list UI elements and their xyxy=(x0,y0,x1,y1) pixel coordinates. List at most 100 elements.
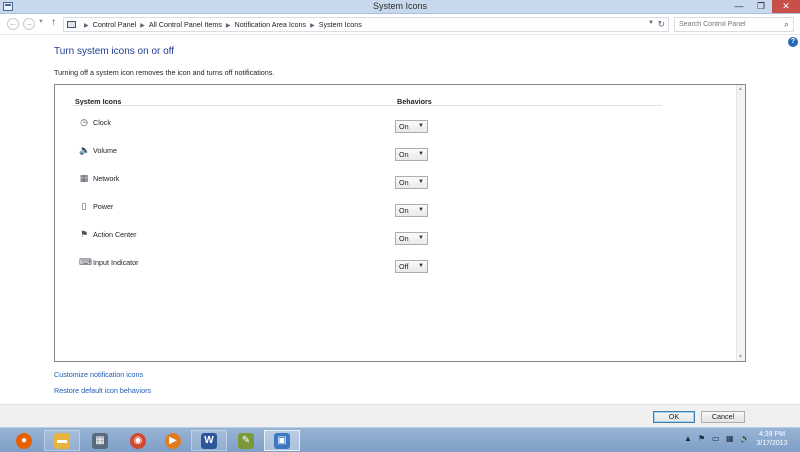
breadcrumb: ▶ Control Panel ▶ All Control Panel Items ▶ N… xyxy=(80,20,362,29)
row-input-indicator: ⌨ Input Indicator Off ▼ xyxy=(55,257,655,277)
input-indicator-icon: ⌨ xyxy=(79,257,92,267)
word-icon: W xyxy=(201,432,217,449)
volume-icon: 🔈 xyxy=(79,145,91,155)
volume-behavior-select[interactable]: On ▼ xyxy=(395,148,428,161)
taskbar-chrome[interactable]: ◉ xyxy=(120,430,156,451)
breadcrumb-chevron-icon[interactable]: ▶ xyxy=(84,23,89,29)
row-label: Clock xyxy=(93,118,111,127)
row-label: Network xyxy=(93,174,120,183)
row-network: ▦ Network On ▼ xyxy=(55,173,655,193)
row-label: Power xyxy=(93,202,114,211)
control-panel-location-icon xyxy=(67,21,76,28)
scroll-up-icon[interactable]: ▲ xyxy=(738,86,743,92)
selected-value: On xyxy=(399,234,409,243)
row-action-center: ⚑ Action Center On ▼ xyxy=(55,229,655,249)
system-icons-list: System Icons Behaviors ◷ Clock On ▼ 🔈 Vol… xyxy=(54,84,746,362)
vertical-scrollbar[interactable]: ▲ ▼ xyxy=(736,85,745,361)
taskbar-firefox[interactable]: ● xyxy=(6,430,42,451)
file-explorer-icon: ▬ xyxy=(54,432,70,449)
taskbar-clock[interactable]: 4:39 PM 3/17/2013 xyxy=(752,430,792,448)
selected-value: On xyxy=(399,122,409,131)
title-bar: System Icons — ❐ ✕ xyxy=(0,0,800,14)
row-volume: 🔈 Volume On ▼ xyxy=(55,145,655,165)
firefox-icon: ● xyxy=(16,432,32,449)
input-indicator-behavior-select[interactable]: Off ▼ xyxy=(395,260,428,273)
row-clock: ◷ Clock On ▼ xyxy=(55,117,655,137)
power-behavior-select[interactable]: On ▼ xyxy=(395,204,428,217)
breadcrumb-notification-area-icons[interactable]: Notification Area Icons xyxy=(235,20,307,29)
power-icon: ▯ xyxy=(81,201,87,211)
paint-icon: ✎ xyxy=(238,432,254,449)
taskbar: ● ▬ ▦ ◉ ▶ W ✎ ▣ ▲ ⚑ ▭ ▦ 🔈 4:39 PM 3/17/2… xyxy=(0,427,800,452)
close-button[interactable]: ✕ xyxy=(772,0,800,13)
breadcrumb-chevron-icon[interactable]: ▶ xyxy=(226,23,231,29)
address-bar[interactable]: ▶ Control Panel ▶ All Control Panel Items ▶ N… xyxy=(63,17,669,32)
control-panel-icon: ▦ xyxy=(92,432,108,449)
search-icon[interactable]: ⌕ xyxy=(784,19,789,30)
network-status-icon[interactable]: ▦ xyxy=(726,434,734,443)
taskbar-control-panel[interactable]: ▦ xyxy=(82,430,118,451)
notification-settings-icon: ▣ xyxy=(274,432,290,449)
back-button[interactable]: ← xyxy=(7,18,19,30)
volume-tray-icon[interactable]: 🔈 xyxy=(740,434,750,443)
chevron-down-icon: ▼ xyxy=(418,123,424,129)
refresh-icon[interactable]: ↻ xyxy=(657,19,665,30)
battery-icon[interactable]: ▭ xyxy=(712,434,720,443)
breadcrumb-all-items[interactable]: All Control Panel Items xyxy=(149,20,222,29)
recent-locations-chevron-icon[interactable]: ▼ xyxy=(38,19,44,25)
row-label: Input Indicator xyxy=(93,258,139,267)
clock-behavior-select[interactable]: On ▼ xyxy=(395,120,428,133)
action-center-icon: ⚑ xyxy=(79,229,89,239)
help-icon[interactable]: ? xyxy=(788,37,798,47)
taskbar-media-player[interactable]: ▶ xyxy=(155,430,191,451)
selected-value: On xyxy=(399,150,409,159)
breadcrumb-chevron-icon[interactable]: ▶ xyxy=(140,23,145,29)
chevron-down-icon: ▼ xyxy=(418,207,424,213)
search-input[interactable] xyxy=(679,18,779,31)
selected-value: On xyxy=(399,178,409,187)
clock-date: 3/17/2013 xyxy=(756,440,788,447)
ok-button[interactable]: OK xyxy=(653,411,695,423)
taskbar-paint[interactable]: ✎ xyxy=(228,430,264,451)
address-dropdown-icon[interactable]: ▼ xyxy=(648,20,654,26)
media-player-icon: ▶ xyxy=(165,432,181,449)
action-center-behavior-select[interactable]: On ▼ xyxy=(395,232,428,245)
chevron-down-icon: ▼ xyxy=(418,151,424,157)
taskbar-word[interactable]: W xyxy=(191,430,227,451)
header-divider xyxy=(73,105,662,106)
address-row: ← → ▼ ↑ ▶ Control Panel ▶ All Control Panel… xyxy=(0,14,800,35)
minimize-button[interactable]: — xyxy=(728,0,750,13)
breadcrumb-chevron-icon[interactable]: ▶ xyxy=(310,23,315,29)
show-hidden-icons-icon[interactable]: ▲ xyxy=(684,434,692,443)
forward-button[interactable]: → xyxy=(23,18,35,30)
chevron-down-icon: ▼ xyxy=(418,235,424,241)
page-title: Turn system icons on or off xyxy=(54,46,175,57)
cancel-button[interactable]: Cancel xyxy=(701,411,745,423)
clock-icon: ◷ xyxy=(80,117,88,127)
action-center-flag-icon[interactable]: ⚑ xyxy=(698,434,705,443)
window-title: System Icons xyxy=(372,1,428,11)
search-box[interactable]: ⌕ xyxy=(674,17,794,32)
breadcrumb-system-icons[interactable]: System Icons xyxy=(319,20,362,29)
breadcrumb-control-panel[interactable]: Control Panel xyxy=(93,20,137,29)
scroll-down-icon[interactable]: ▼ xyxy=(738,354,743,360)
page-description: Turning off a system icon removes the ic… xyxy=(54,68,275,77)
customize-notification-icons-link[interactable]: Customize notification icons xyxy=(54,370,143,379)
up-button[interactable]: ↑ xyxy=(51,17,56,28)
maximize-button[interactable]: ❐ xyxy=(750,0,772,13)
taskbar-notification-settings[interactable]: ▣ xyxy=(264,430,300,451)
restore-default-behaviors-link[interactable]: Restore default icon behaviors xyxy=(54,386,151,395)
selected-value: On xyxy=(399,206,409,215)
network-icon: ▦ xyxy=(79,173,89,183)
row-label: Action Center xyxy=(93,230,137,239)
chevron-down-icon: ▼ xyxy=(418,263,424,269)
chrome-icon: ◉ xyxy=(130,432,146,449)
chevron-down-icon: ▼ xyxy=(418,179,424,185)
network-behavior-select[interactable]: On ▼ xyxy=(395,176,428,189)
clock-time: 4:39 PM xyxy=(758,431,786,438)
row-power: ▯ Power On ▼ xyxy=(55,201,655,221)
selected-value: Off xyxy=(399,262,409,271)
taskbar-file-explorer[interactable]: ▬ xyxy=(44,430,80,451)
row-label: Volume xyxy=(93,146,117,155)
dialog-footer: OK Cancel xyxy=(0,404,800,427)
